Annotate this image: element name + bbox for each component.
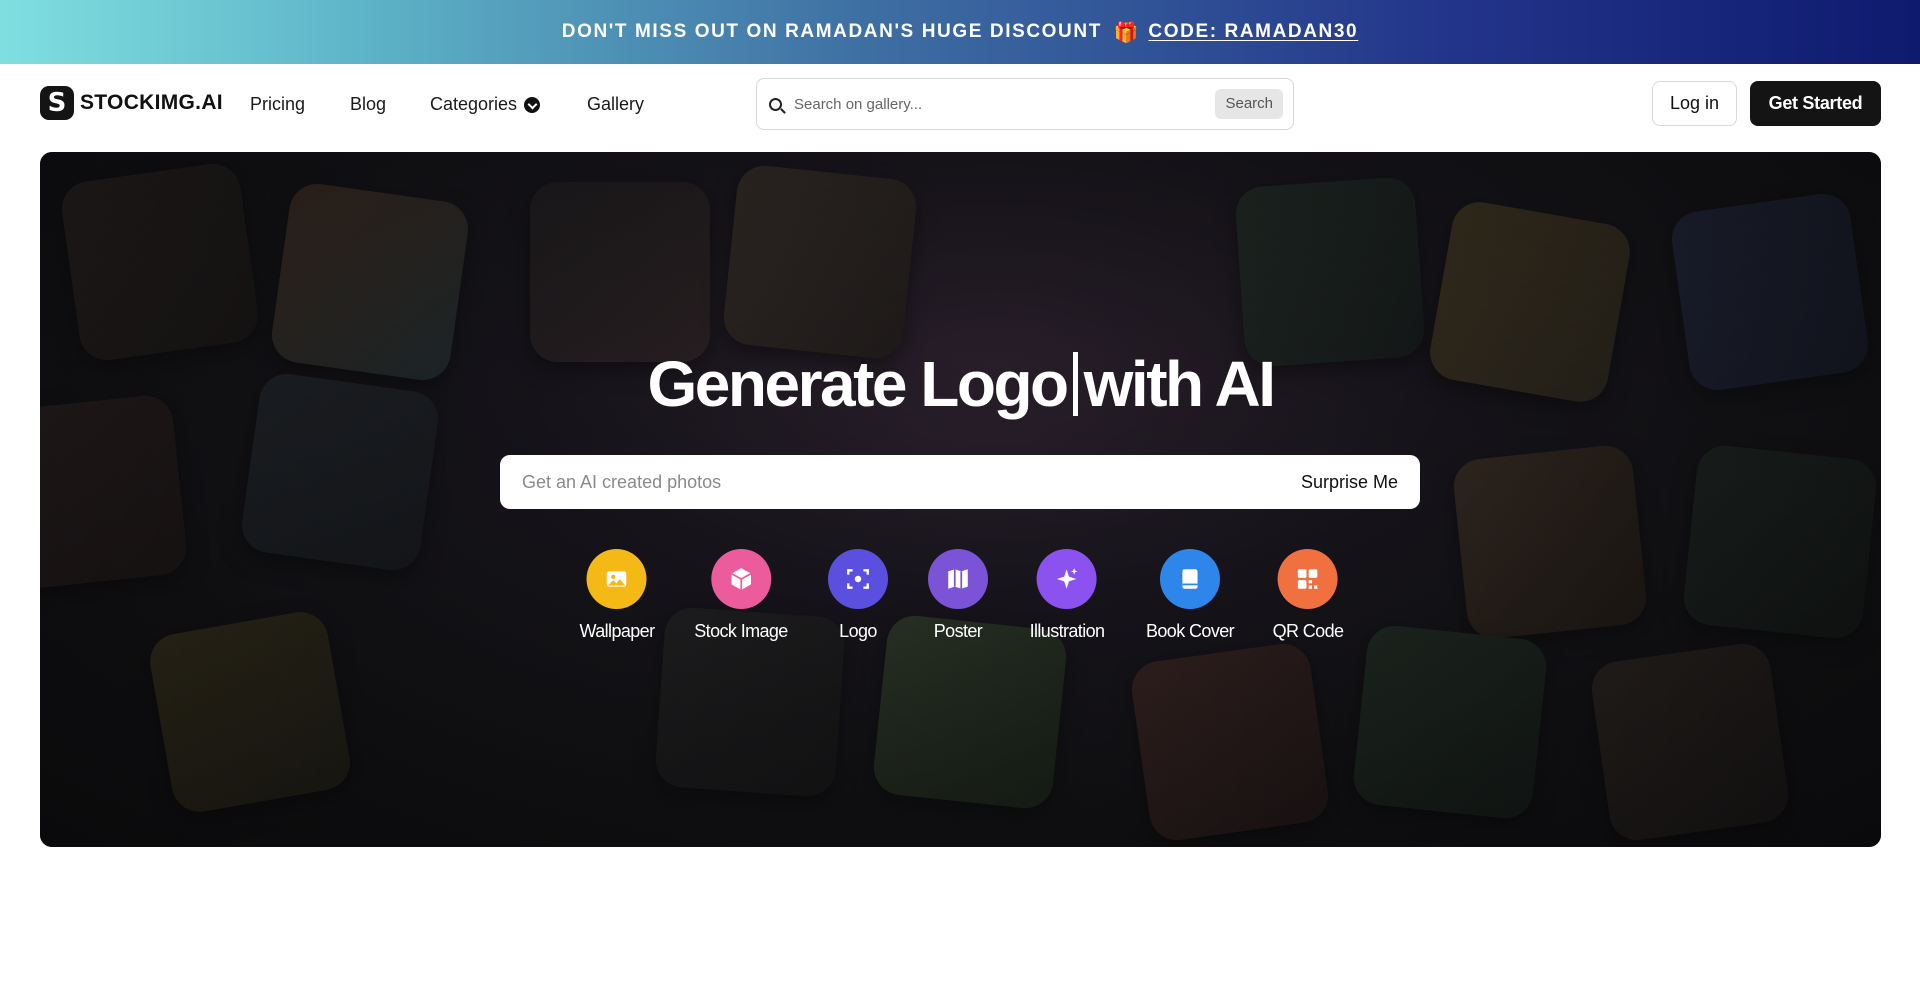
nav-link-gallery[interactable]: Gallery [587, 94, 644, 115]
nav-link-blog[interactable]: Blog [350, 94, 386, 115]
typing-caret [1072, 352, 1078, 416]
chevron-down-icon [524, 96, 541, 113]
category-qr-code[interactable]: QR Code [1273, 549, 1344, 642]
search-icon [769, 97, 782, 111]
category-logo[interactable]: Logo [828, 549, 888, 642]
category-poster[interactable]: Poster [928, 549, 988, 642]
prompt-bar: Surprise Me [500, 455, 1420, 509]
qr-icon [1298, 569, 1318, 589]
category-illustration[interactable]: Illustration [1030, 549, 1105, 642]
promo-banner[interactable]: DON'T MISS OUT ON RAMADAN'S HUGE DISCOUN… [0, 0, 1920, 64]
category-icon-circle [1159, 549, 1220, 609]
focus-icon [847, 569, 869, 589]
login-button[interactable]: Log in [1652, 81, 1737, 126]
category-icon-circle [828, 549, 888, 609]
category-label: QR Code [1272, 621, 1344, 641]
gallery-search: Search [756, 78, 1294, 130]
get-started-button[interactable]: Get Started [1750, 81, 1881, 126]
category-icon-circle [1037, 549, 1097, 609]
hero-title-prefix: Generate Logo [647, 348, 1070, 420]
surprise-me-button[interactable]: Surprise Me [1301, 472, 1398, 493]
sparkle-icon [1057, 568, 1078, 589]
nav-link-pricing[interactable]: Pricing [250, 94, 305, 115]
hero-section: Generate Logowith AI Surprise Me Wallpap… [40, 152, 1881, 847]
prompt-input[interactable] [522, 471, 1301, 493]
book-icon [1182, 569, 1198, 589]
hero-title: Generate Logo with AI [40, 347, 1881, 421]
gallery-search-input[interactable] [794, 95, 1216, 113]
hero-title-suffix: with AI [1083, 348, 1276, 420]
promo-code-link[interactable]: CODE: RAMADAN30 [1148, 21, 1358, 43]
category-label: Book Cover [1145, 621, 1235, 641]
category-book-cover[interactable]: Book Cover [1145, 549, 1235, 642]
nav-link-categories[interactable]: Categories [430, 94, 541, 115]
category-icon-circle [928, 549, 988, 609]
map-icon [948, 569, 968, 589]
category-label: Poster [933, 621, 983, 641]
category-icon-circle [1278, 549, 1338, 609]
category-stock-image[interactable]: Stock Image [694, 549, 788, 642]
gift-icon: 🎁 [1113, 21, 1141, 44]
promo-text: DON'T MISS OUT ON RAMADAN'S HUGE DISCOUN… [561, 21, 1102, 42]
box-icon [730, 568, 752, 590]
brand-name: STOCKIMG.AI [80, 91, 223, 114]
category-label: Logo [839, 621, 877, 641]
image-icon [607, 571, 627, 587]
category-icon-circle [587, 549, 647, 609]
logo-icon: S [40, 86, 74, 120]
categories-label: Categories [430, 94, 518, 114]
category-wallpaper[interactable]: Wallpaper [580, 549, 655, 642]
category-label: Stock Image [694, 621, 788, 641]
brand-logo[interactable]: S STOCKIMG.AI [40, 86, 223, 120]
category-label: Illustration [1029, 621, 1105, 641]
search-button[interactable]: Search [1215, 89, 1283, 119]
top-navigation: S STOCKIMG.AI Pricing Blog Categories Ga… [0, 64, 1920, 144]
category-icon-circle [710, 549, 771, 609]
category-label: Wallpaper [579, 621, 656, 641]
